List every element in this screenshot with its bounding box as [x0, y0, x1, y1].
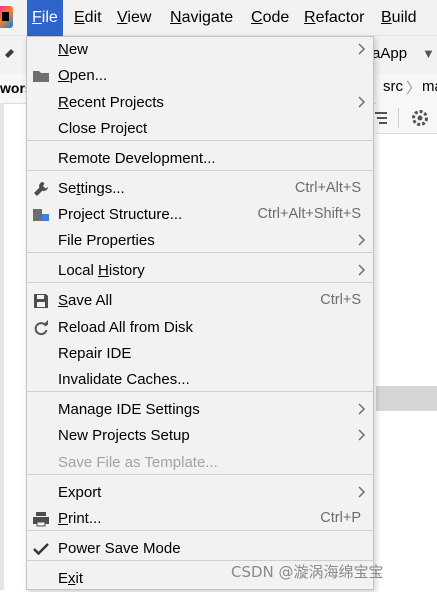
menu-separator	[27, 391, 373, 392]
menu-item-open[interactable]: Open...	[27, 63, 373, 89]
hammer-icon[interactable]	[3, 43, 23, 63]
gear-icon[interactable]	[410, 108, 430, 128]
menu-item-export[interactable]: Export	[27, 480, 373, 506]
print-icon	[32, 510, 50, 528]
project-tab-label[interactable]: wors	[0, 79, 26, 97]
menu-separator	[27, 474, 373, 475]
menu-item-label: Save All	[58, 292, 113, 309]
folder-icon	[32, 67, 50, 85]
menu-item-label: Settings...	[58, 180, 125, 197]
menu-separator	[27, 140, 373, 141]
menu-item-label: Close Project	[58, 120, 148, 137]
toolbar-left-icons[interactable]	[3, 43, 23, 67]
chevron-right-icon	[357, 427, 367, 443]
menu-item-reload-all-from-disk[interactable]: Reload All from Disk	[27, 315, 373, 341]
menu-item-repair-ide[interactable]: Repair IDE	[27, 341, 373, 367]
menu-item-label: New	[58, 41, 89, 58]
run-config-chevron-icon[interactable]: ▼	[422, 42, 435, 66]
breadcrumb-item[interactable]: src	[383, 78, 403, 95]
menu-item-label: Print...	[58, 510, 102, 527]
shortcut-label: Ctrl+P	[320, 510, 361, 526]
menu-item-label: Manage IDE Settings	[58, 401, 200, 418]
menu-item-manage-ide-settings[interactable]: Manage IDE Settings	[27, 397, 373, 423]
menu-separator	[27, 170, 373, 171]
menu-item-label: Reload All from Disk	[58, 319, 194, 336]
watermark-text: CSDN @漩涡海绵宝宝	[231, 563, 384, 581]
menu-code[interactable]: Code	[246, 0, 294, 36]
menu-item-close-project[interactable]: Close Project	[27, 116, 373, 142]
menu-item-label: Recent Projects	[58, 94, 164, 111]
wrench-icon	[32, 180, 50, 198]
menu-navigate[interactable]: Navigate	[165, 0, 238, 36]
menu-item-label: File Properties	[58, 232, 155, 249]
shortcut-label: Ctrl+S	[320, 292, 361, 308]
menu-item-label: Repair IDE	[58, 345, 132, 362]
selected-tree-row[interactable]	[376, 386, 437, 411]
menu-item-local-history[interactable]: Local History	[27, 258, 373, 284]
menu-item-label: Export	[58, 484, 102, 501]
menu-item-print[interactable]: Print... Ctrl+P	[27, 506, 373, 532]
menu-item-invalidate-caches[interactable]: Invalidate Caches...	[27, 367, 373, 393]
toolbar-divider	[398, 108, 399, 128]
menu-item-project-structure[interactable]: Project Structure... Ctrl+Alt+Shift+S	[27, 202, 373, 228]
menu-item-label: Save File as Template...	[58, 454, 218, 471]
shortcut-label: Ctrl+Alt+Shift+S	[257, 206, 361, 222]
menu-view[interactable]: View	[112, 0, 156, 36]
app-logo-icon	[0, 6, 13, 28]
menu-item-save-file-as-template: Save File as Template...	[27, 450, 373, 476]
chevron-right-icon	[357, 262, 367, 278]
collapse-all-icon[interactable]	[372, 108, 390, 128]
menu-separator	[27, 282, 373, 283]
menu-item-power-save-mode[interactable]: Power Save Mode	[27, 536, 373, 562]
tool-window-strip	[0, 103, 4, 590]
menu-item-label: Project Structure...	[58, 206, 183, 223]
save-icon	[32, 292, 50, 310]
reload-icon	[32, 319, 50, 337]
menu-item-new-projects-setup[interactable]: New Projects Setup	[27, 423, 373, 449]
chevron-right-icon	[357, 41, 367, 57]
menu-item-file-properties[interactable]: File Properties	[27, 228, 373, 254]
menu-item-label: Invalidate Caches...	[58, 371, 190, 388]
menu-item-settings[interactable]: Settings... Ctrl+Alt+S	[27, 176, 373, 202]
menu-item-recent-projects[interactable]: Recent Projects	[27, 90, 373, 116]
menu-separator	[27, 530, 373, 531]
menu-separator	[27, 252, 373, 253]
menu-item-label: Power Save Mode	[58, 540, 181, 557]
chevron-right-icon	[357, 401, 367, 417]
run-configuration-label[interactable]: aApp	[372, 42, 407, 66]
project-structure-icon	[32, 206, 50, 224]
chevron-right-icon	[357, 94, 367, 110]
menu-item-remote-development[interactable]: Remote Development...	[27, 146, 373, 172]
file-menu-dropdown: New Open... Recent Projects Close Project Re…	[26, 36, 374, 590]
main-menu-bar: File Edit View Navigate Code Refactor Build	[0, 0, 437, 36]
chevron-right-icon	[357, 232, 367, 248]
shortcut-label: Ctrl+Alt+S	[294, 180, 361, 196]
menu-item-label: Local History	[58, 262, 145, 279]
checkmark-icon	[32, 540, 50, 558]
menu-file[interactable]: File	[27, 0, 63, 36]
breadcrumb-separator-icon: 〉	[406, 80, 422, 97]
menu-item-new[interactable]: New	[27, 37, 373, 63]
menu-refactor[interactable]: Refactor	[299, 0, 369, 36]
chevron-right-icon	[357, 484, 367, 500]
breadcrumb-item[interactable]: ma	[422, 78, 437, 95]
menu-item-label: Exit	[58, 570, 84, 587]
menu-edit[interactable]: Edit	[69, 0, 107, 36]
menu-build[interactable]: Build	[376, 0, 422, 36]
menu-item-save-all[interactable]: Save All Ctrl+S	[27, 288, 373, 314]
menu-item-label: New Projects Setup	[58, 427, 190, 444]
menu-item-label: Open...	[58, 67, 108, 84]
menu-item-label: Remote Development...	[58, 150, 216, 167]
